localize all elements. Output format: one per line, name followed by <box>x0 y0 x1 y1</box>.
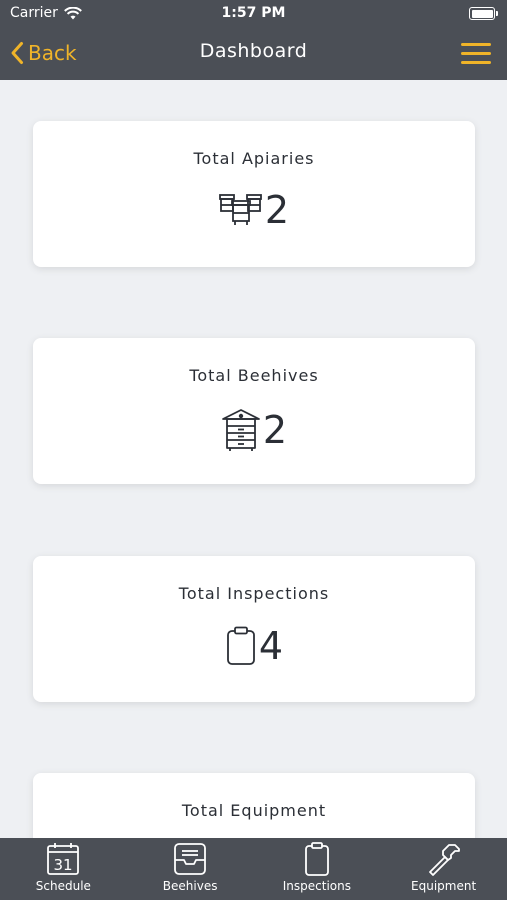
tab-schedule[interactable]: 31 Schedule <box>0 838 127 900</box>
tab-label: Equipment <box>411 879 477 893</box>
card-stat: 4 <box>33 626 475 666</box>
hammer-icon <box>428 844 460 876</box>
tab-bar: 31 Schedule Beehives Inspections Equipme… <box>0 838 507 900</box>
card-total-beehives[interactable]: Total Beehives 2 <box>33 338 475 484</box>
card-total-inspections[interactable]: Total Inspections 4 <box>33 556 475 702</box>
menu-line <box>461 52 491 55</box>
tab-label: Schedule <box>35 879 91 893</box>
menu-button[interactable] <box>461 43 491 65</box>
tab-label: Beehives <box>162 879 218 893</box>
status-bar: Carrier 1:57 PM <box>0 0 507 28</box>
status-time: 1:57 PM <box>221 5 286 21</box>
battery-icon <box>469 7 498 20</box>
inbox-icon <box>174 843 207 875</box>
clipboard-icon <box>227 626 255 665</box>
tab-inspections[interactable]: Inspections <box>254 838 381 900</box>
card-title: Total Apiaries <box>193 149 315 168</box>
card-total-apiaries[interactable]: Total Apiaries 2 <box>33 121 475 267</box>
card-title: Total Inspections <box>178 584 330 603</box>
apiary-icon <box>219 194 262 225</box>
card-total-equipment[interactable]: Total Equipment <box>33 773 475 838</box>
menu-line <box>461 61 491 64</box>
card-title: Total Beehives <box>189 366 319 385</box>
clipboard-icon <box>304 842 329 876</box>
tab-equipment[interactable]: Equipment <box>380 838 507 900</box>
card-stat: 2 <box>33 408 475 452</box>
calendar-day: 31 <box>54 856 73 874</box>
navigation-bar: Back Dashboard <box>0 28 507 80</box>
page-title: Dashboard <box>199 40 308 62</box>
card-stat: 2 <box>33 191 475 229</box>
beehive-icon <box>222 409 260 451</box>
menu-line <box>461 43 491 46</box>
calendar-icon: 31 <box>47 843 80 875</box>
dashboard-content: Total Apiaries 2 Total Beehives 2 Total … <box>0 80 507 838</box>
card-title: Total Equipment <box>181 801 327 820</box>
tab-beehives[interactable]: Beehives <box>127 838 254 900</box>
card-value: 4 <box>258 624 284 668</box>
card-value: 2 <box>264 188 290 232</box>
card-value: 2 <box>262 408 288 452</box>
tab-label: Inspections <box>282 879 351 893</box>
